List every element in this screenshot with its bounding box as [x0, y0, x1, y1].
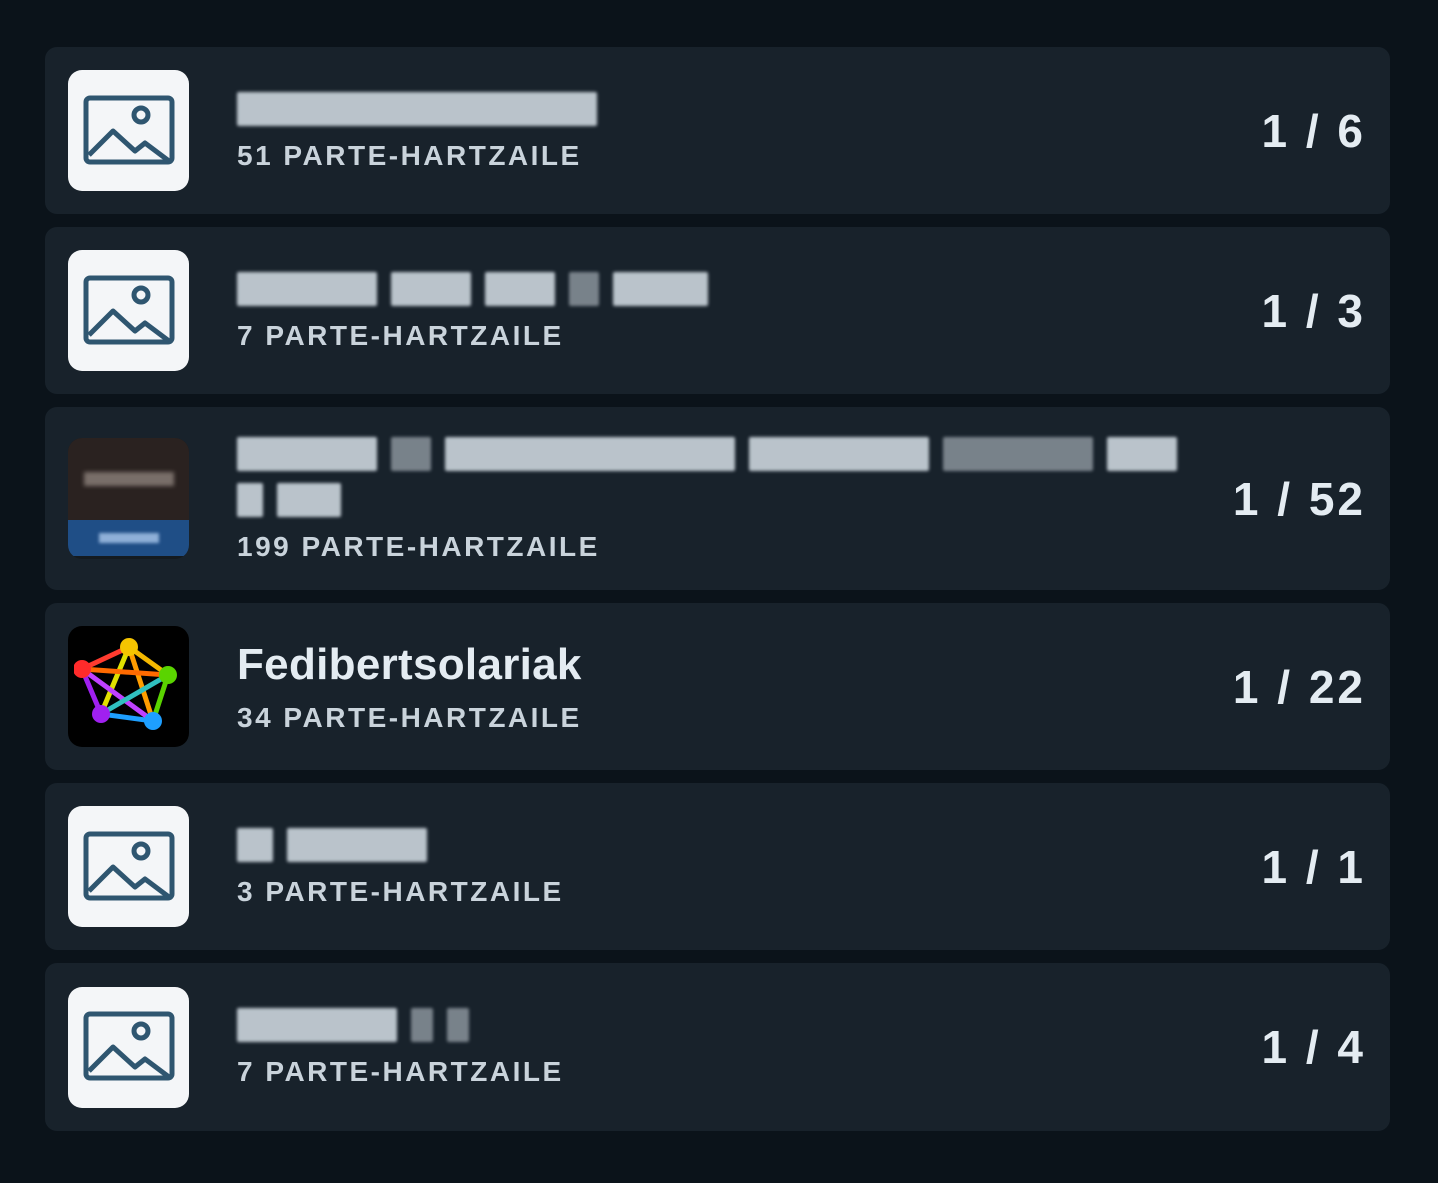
- fediverse-icon: [73, 637, 177, 730]
- room-row[interactable]: Fedibertsolariak 34 PARTE-HARTZAILE 1 / …: [45, 603, 1390, 770]
- room-text: 199 PARTE-HARTZAILE: [237, 434, 1233, 564]
- participant-count: 199 PARTE-HARTZAILE: [237, 530, 600, 562]
- room-text: 51 PARTE-HARTZAILE: [237, 89, 1236, 173]
- room-avatar: [68, 626, 189, 747]
- participant-count: 3 PARTE-HARTZAILE: [237, 875, 564, 907]
- participant-count: 34 PARTE-HARTZAILE: [237, 701, 582, 733]
- room-row[interactable]: 7 PARTE-HARTZAILE 1 / 3: [45, 227, 1390, 394]
- room-avatar: [68, 806, 189, 927]
- participant-count: 7 PARTE-HARTZAILE: [237, 319, 564, 351]
- room-avatar: [68, 438, 189, 559]
- room-index: 1 / 6: [1261, 104, 1366, 157]
- room-name-redacted: [237, 825, 1236, 865]
- room-avatar: [68, 986, 189, 1108]
- image-icon: [83, 831, 174, 900]
- room-text: 7 PARTE-HARTZAILE: [237, 1005, 1236, 1089]
- room-index: 1 / 1: [1261, 840, 1366, 893]
- room-text: 7 PARTE-HARTZAILE: [237, 269, 1236, 353]
- room-name-redacted: [237, 89, 1236, 129]
- room-avatar: [68, 70, 189, 191]
- room-name-redacted: [237, 1005, 1236, 1045]
- photo-top: [68, 438, 189, 520]
- room-row[interactable]: 7 PARTE-HARTZAILE 1 / 4: [45, 963, 1390, 1131]
- room-text: 3 PARTE-HARTZAILE: [237, 825, 1236, 909]
- image-icon: [83, 1011, 174, 1081]
- room-row[interactable]: 3 PARTE-HARTZAILE 1 / 1: [45, 783, 1390, 950]
- room-index: 1 / 22: [1232, 660, 1366, 713]
- room-row[interactable]: 199 PARTE-HARTZAILE 1 / 52: [45, 407, 1390, 590]
- room-name-redacted: [237, 434, 1233, 474]
- room-index: 1 / 4: [1261, 1021, 1366, 1073]
- room-index: 1 / 3: [1261, 284, 1366, 337]
- participant-count: 51 PARTE-HARTZAILE: [237, 139, 582, 171]
- room-index: 1 / 52: [1232, 472, 1366, 525]
- image-icon: [83, 275, 174, 344]
- room-name-redacted: [237, 269, 1236, 309]
- photo-banner: [68, 520, 189, 556]
- image-icon: [83, 95, 174, 164]
- room-text: Fedibertsolariak 34 PARTE-HARTZAILE: [237, 639, 1233, 735]
- room-row[interactable]: 51 PARTE-HARTZAILE 1 / 6: [45, 47, 1390, 214]
- room-name: Fedibertsolariak: [237, 639, 582, 689]
- room-list: 51 PARTE-HARTZAILE 1 / 6 7 PARTE-HARTZAI…: [45, 47, 1390, 1131]
- room-name-redacted-line2: [237, 480, 1233, 520]
- room-avatar: [68, 250, 189, 371]
- participant-count: 7 PARTE-HARTZAILE: [237, 1056, 564, 1087]
